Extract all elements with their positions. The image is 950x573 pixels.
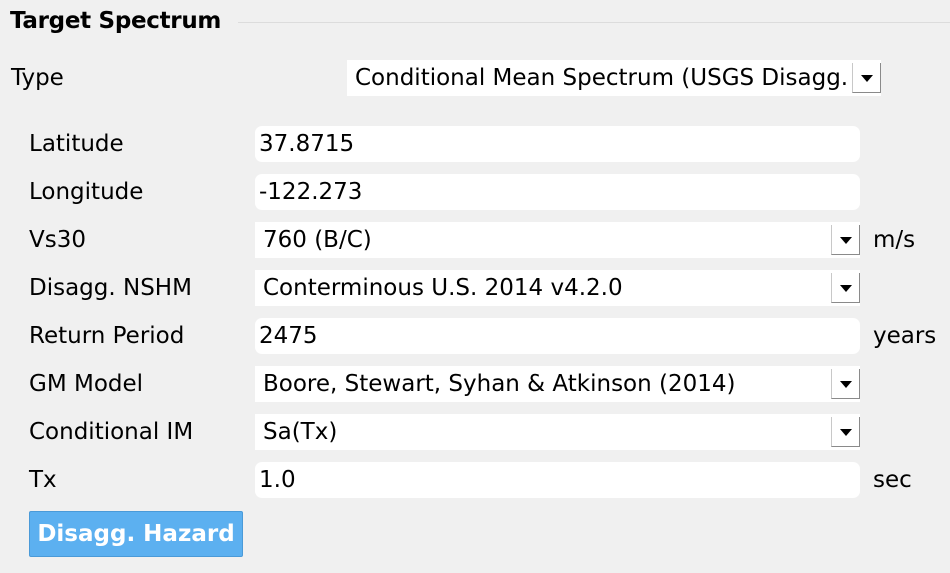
type-label: Type [11, 65, 64, 91]
target-spectrum-panel: Target Spectrum Type Conditional Mean Sp… [0, 0, 950, 573]
gm-model-label: GM Model [29, 371, 144, 397]
vs30-label: Vs30 [29, 227, 86, 253]
section-title: Target Spectrum [10, 8, 222, 34]
type-dropdown-button[interactable] [852, 63, 881, 93]
chevron-down-icon [840, 429, 852, 436]
return-period-input[interactable]: 2475 [255, 318, 860, 354]
gm-model-select-value: Boore, Stewart, Syhan & Atkinson (2014) [263, 371, 736, 397]
conditional-im-select[interactable]: Sa(Tx) [255, 414, 860, 450]
latitude-input[interactable]: 37.8715 [255, 126, 860, 162]
conditional-im-select-value: Sa(Tx) [263, 419, 338, 445]
conditional-im-label: Conditional IM [29, 419, 194, 445]
tx-input[interactable]: 1.0 [255, 462, 860, 498]
vs30-select-value: 760 (B/C) [263, 227, 372, 253]
nshm-select[interactable]: Conterminous U.S. 2014 v4.2.0 [255, 270, 860, 306]
chevron-down-icon [840, 381, 852, 388]
chevron-down-icon [861, 75, 873, 82]
tx-label: Tx [29, 467, 57, 493]
type-select[interactable]: Conditional Mean Spectrum (USGS Disagg. [347, 60, 881, 96]
return-period-label: Return Period [29, 323, 185, 349]
conditional-im-dropdown-button[interactable] [831, 417, 860, 447]
gm-model-select[interactable]: Boore, Stewart, Syhan & Atkinson (2014) [255, 366, 860, 402]
vs30-unit: m/s [873, 227, 916, 253]
vs30-dropdown-button[interactable] [831, 225, 860, 255]
longitude-label: Longitude [29, 179, 144, 205]
latitude-label: Latitude [29, 131, 124, 157]
nshm-select-value: Conterminous U.S. 2014 v4.2.0 [263, 275, 623, 301]
tx-unit: sec [873, 467, 912, 493]
type-select-value: Conditional Mean Spectrum (USGS Disagg. [355, 65, 847, 91]
nshm-dropdown-button[interactable] [831, 273, 860, 303]
chevron-down-icon [840, 285, 852, 292]
nshm-label: Disagg. NSHM [29, 275, 192, 301]
longitude-input[interactable]: -122.273 [255, 174, 860, 210]
disagg-hazard-button[interactable]: Disagg. Hazard [29, 511, 243, 557]
gm-model-dropdown-button[interactable] [831, 369, 860, 399]
return-period-unit: years [873, 323, 937, 349]
section-divider [238, 22, 950, 23]
vs30-select[interactable]: 760 (B/C) [255, 222, 860, 258]
chevron-down-icon [840, 237, 852, 244]
